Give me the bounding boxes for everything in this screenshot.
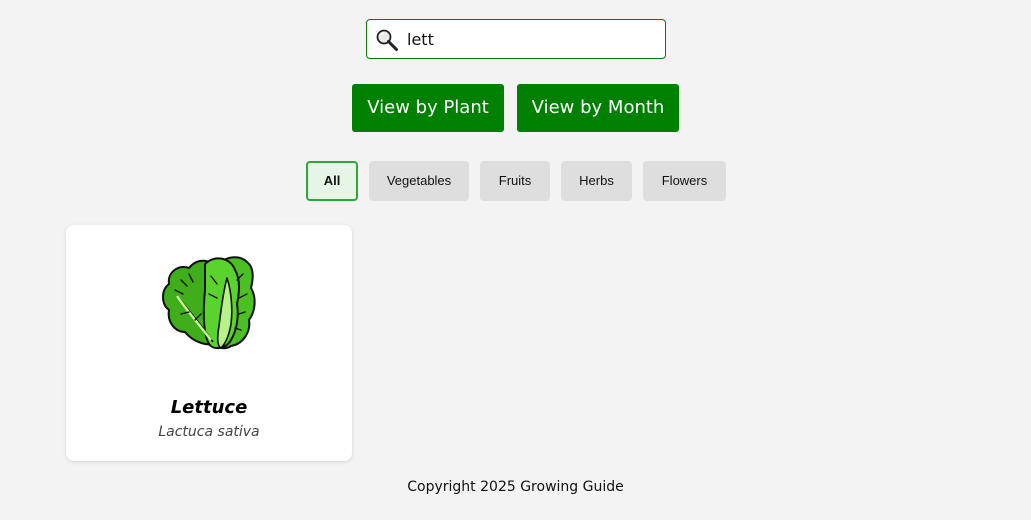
- filter-flowers[interactable]: Flowers: [643, 161, 726, 201]
- magnifying-glass-icon: [376, 29, 398, 51]
- lettuce-icon: [162, 256, 256, 350]
- search-box[interactable]: [366, 19, 666, 59]
- view-by-month-button[interactable]: View by Month: [517, 84, 679, 132]
- filter-vegetables[interactable]: Vegetables: [369, 161, 469, 201]
- filter-herbs[interactable]: Herbs: [561, 161, 632, 201]
- growing-guide-page: View by Plant View by Month All Vegetabl…: [0, 0, 1031, 520]
- search-input[interactable]: [407, 25, 657, 53]
- plant-name: Lettuce: [170, 397, 248, 418]
- footer-copyright: Copyright 2025 Growing Guide: [407, 479, 624, 495]
- filter-fruits[interactable]: Fruits: [480, 161, 550, 201]
- plant-scientific-name: Lactuca sativa: [158, 424, 260, 440]
- filter-all[interactable]: All: [306, 161, 358, 201]
- plant-card[interactable]: Lettuce Lactuca sativa: [66, 225, 352, 461]
- view-by-plant-button[interactable]: View by Plant: [352, 84, 504, 132]
